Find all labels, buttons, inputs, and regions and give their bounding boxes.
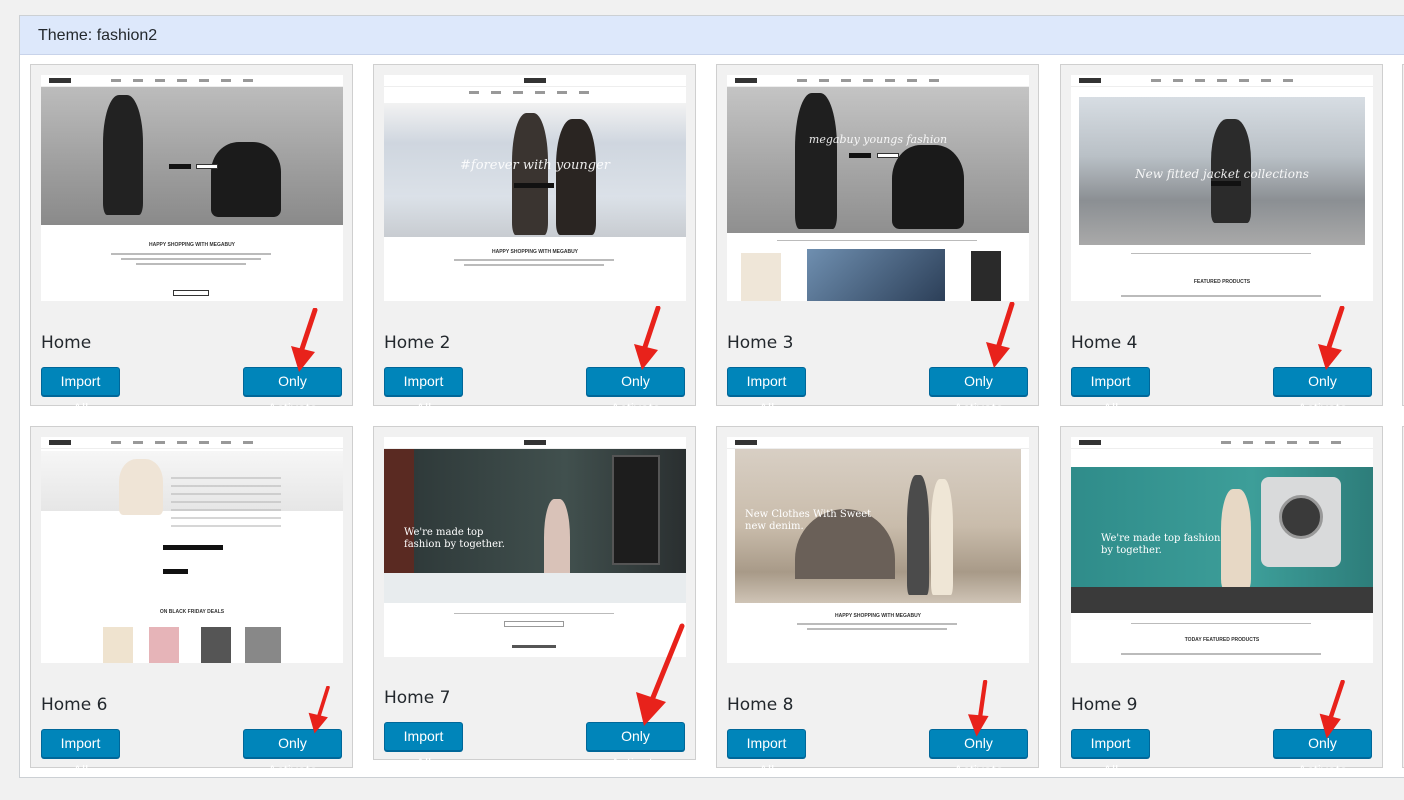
card-title: Home 7	[384, 688, 451, 708]
thumb-hero-text: #forever with younger	[460, 158, 610, 173]
card-title: Home 2	[384, 333, 451, 353]
demo-card-home-2: #forever with younger HAPPY SHOPPING WIT…	[373, 64, 696, 416]
card-title: Home 3	[727, 333, 794, 353]
demo-card-home-8: New Clothes With Sweet new denim. HAPPY …	[716, 426, 1039, 778]
thumb-hero-text: New fitted jacket collections	[1135, 167, 1309, 181]
only-activate-button[interactable]: Only Activate	[1273, 367, 1372, 416]
theme-header: Theme: fashion2	[20, 16, 1404, 55]
demo-card-home: HAPPY SHOPPING WITH MEGABUY Home Import …	[30, 64, 353, 416]
import-all-button[interactable]: Import All	[727, 729, 806, 778]
thumb-deals: ON BLACK FRIDAY DEALS	[159, 609, 225, 615]
demo-thumbnail[interactable]: megabuy youngs fashion	[727, 75, 1029, 301]
thumb-hero-text: We're made top fashion by together.	[1101, 533, 1221, 556]
demo-card-home-3: megabuy youngs fashion Home 3 Import All…	[716, 64, 1039, 416]
only-activate-button[interactable]: Only Activate	[1273, 729, 1372, 778]
card-title: Home 8	[727, 695, 794, 715]
thumb-hero-text: New Clothes With Sweet new denim.	[745, 509, 872, 532]
import-all-button[interactable]: Import All	[41, 367, 120, 416]
only-activate-button[interactable]: Only Activate	[243, 367, 342, 416]
only-activate-button[interactable]: Only Activate	[243, 729, 342, 778]
demo-thumbnail[interactable]: ON BLACK FRIDAY DEALS	[41, 437, 343, 663]
import-all-button[interactable]: Import All	[1071, 729, 1150, 778]
only-activate-button[interactable]: Only Activate	[586, 722, 685, 771]
only-activate-button[interactable]: Only Activate	[929, 367, 1028, 416]
demo-card-home-7: We're made top fashion by together. Home…	[373, 426, 696, 771]
demo-thumbnail[interactable]: #forever with younger HAPPY SHOPPING WIT…	[384, 75, 686, 301]
demo-card-home-6: ON BLACK FRIDAY DEALS Home 6 Import All …	[30, 426, 353, 778]
demo-thumbnail[interactable]: We're made top fashion by together. TODA…	[1071, 437, 1373, 663]
card-title: Home 4	[1071, 333, 1138, 353]
demo-thumbnail[interactable]: We're made top fashion by together.	[384, 437, 686, 657]
card-title: Home 6	[41, 695, 108, 715]
demo-card-home-9: We're made top fashion by together. TODA…	[1060, 426, 1383, 778]
card-title: Home	[41, 333, 92, 353]
thumb-featured: TODAY FEATURED PRODUCTS	[1184, 637, 1260, 643]
demo-thumbnail[interactable]: HAPPY SHOPPING WITH MEGABUY	[41, 75, 343, 301]
demo-thumbnail[interactable]: New fitted jacket collections FEATURED P…	[1071, 75, 1373, 301]
demo-card-home-4: New fitted jacket collections FEATURED P…	[1060, 64, 1383, 416]
import-all-button[interactable]: Import All	[1071, 367, 1150, 416]
thumb-hero-text: We're made top fashion by together.	[404, 527, 505, 550]
thumb-hero-text: megabuy youngs fashion	[808, 133, 948, 146]
card-title: Home 9	[1071, 695, 1138, 715]
only-activate-button[interactable]: Only Activate	[586, 367, 685, 416]
thumb-tagline: HAPPY SHOPPING WITH MEGABUY	[148, 242, 236, 248]
demo-thumbnail[interactable]: New Clothes With Sweet new denim. HAPPY …	[727, 437, 1029, 663]
import-all-button[interactable]: Import All	[727, 367, 806, 416]
import-all-button[interactable]: Import All	[384, 367, 463, 416]
only-activate-button[interactable]: Only Activate	[929, 729, 1028, 778]
import-all-button[interactable]: Import All	[41, 729, 120, 778]
import-all-button[interactable]: Import All	[384, 722, 463, 771]
